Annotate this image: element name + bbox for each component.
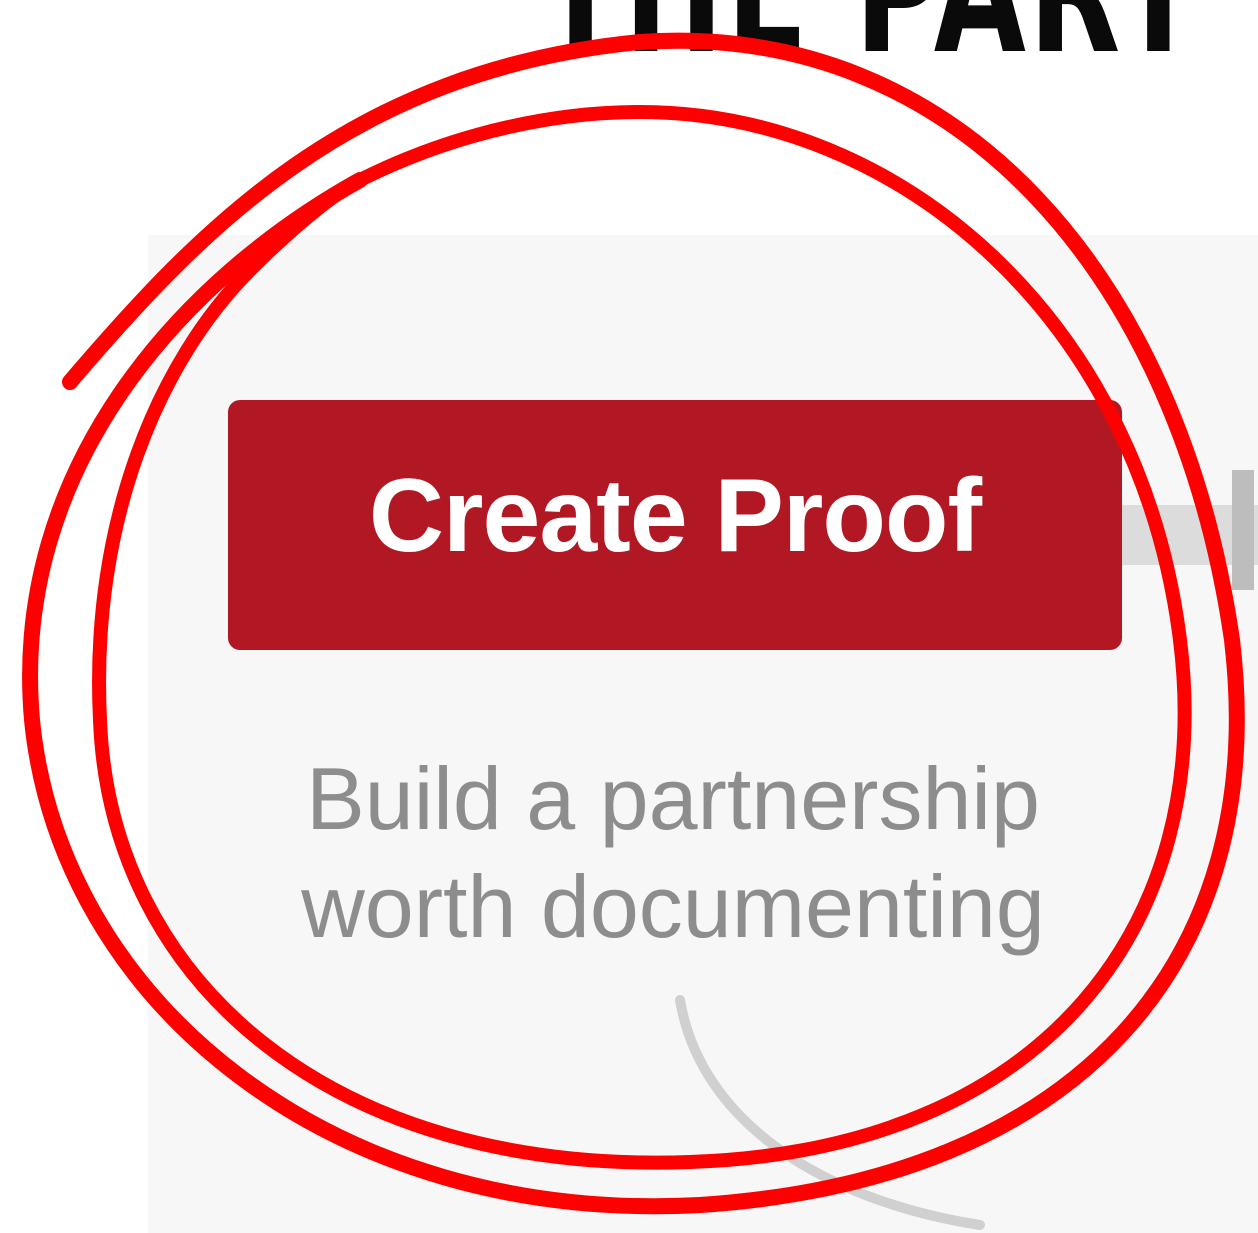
stage: THE PART Create Proof Build a partnershi… xyxy=(0,0,1258,1233)
annotation-stroke-inner xyxy=(92,104,1192,1170)
red-circle-annotation xyxy=(22,32,1245,1215)
